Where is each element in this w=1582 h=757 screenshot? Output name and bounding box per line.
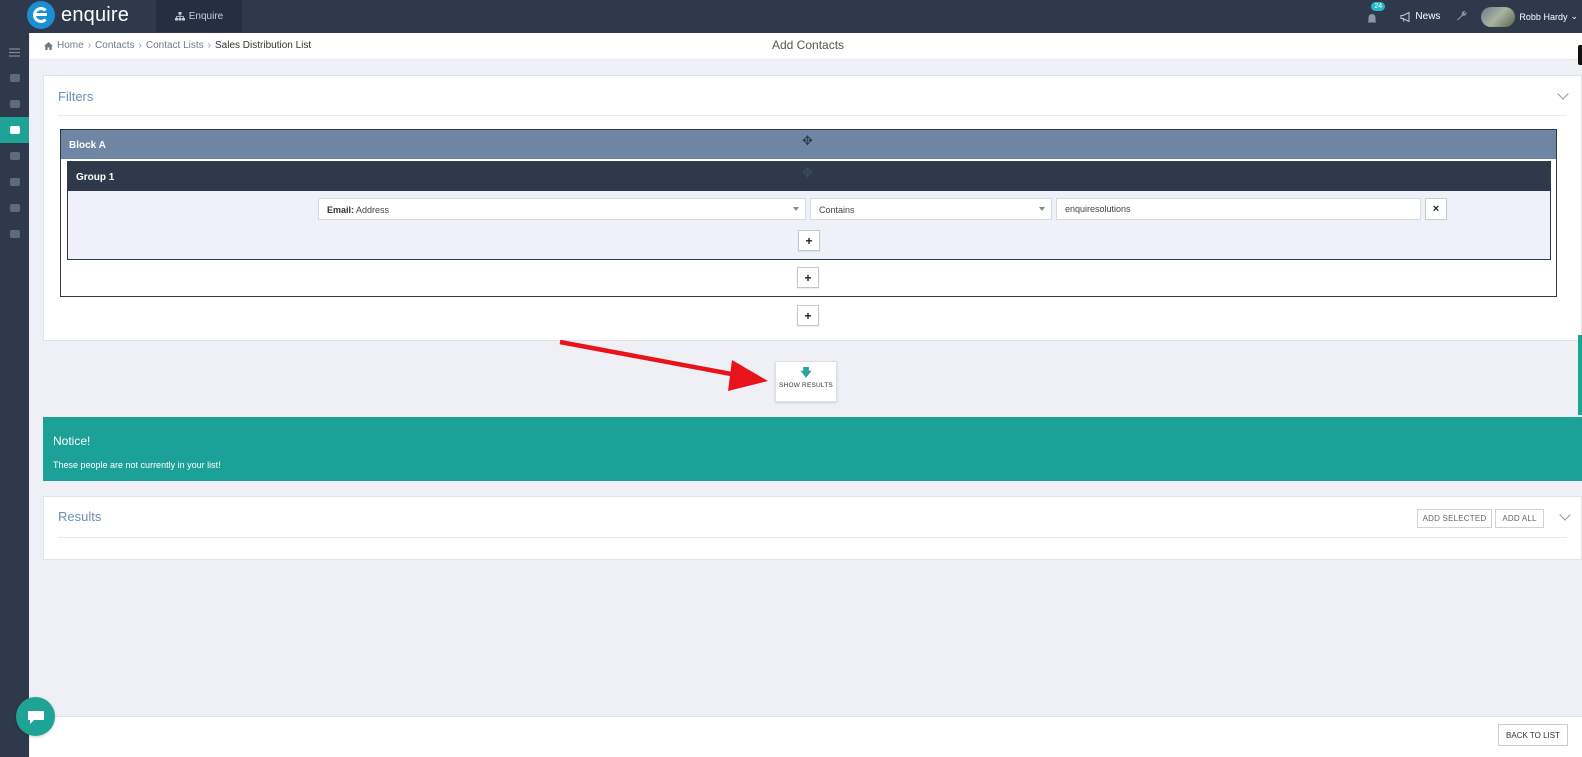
sidebar-item-modules[interactable] bbox=[0, 169, 29, 195]
back-to-list-label: BACK TO LIST bbox=[1506, 730, 1560, 740]
divider bbox=[58, 115, 1567, 116]
add-block-button[interactable]: + bbox=[797, 305, 819, 326]
user-name: Robb Hardy bbox=[1519, 11, 1568, 22]
grid-icon bbox=[9, 178, 20, 186]
show-results-button[interactable]: 🡇 SHOW RESULTS bbox=[775, 361, 837, 402]
sidebar-item-settings[interactable] bbox=[0, 143, 29, 169]
enquire-logo-icon bbox=[27, 1, 55, 29]
tab-enquire[interactable]: Enquire bbox=[156, 0, 242, 32]
plus-icon: + bbox=[805, 233, 813, 248]
chat-button[interactable] bbox=[16, 697, 55, 736]
trash-icon bbox=[9, 230, 20, 238]
breadcrumb-current: Sales Distribution List bbox=[215, 40, 312, 51]
sidebar-item-dashboard[interactable] bbox=[0, 65, 29, 91]
lock-icon bbox=[9, 204, 20, 212]
gears-icon bbox=[9, 152, 20, 160]
add-all-button[interactable]: ADD ALL bbox=[1495, 509, 1544, 528]
filter-group: Group 1 ✥ Email: Address Contains enquir… bbox=[67, 161, 1551, 260]
group-label: Group 1 bbox=[76, 172, 115, 183]
filters-collapse-chevron-icon[interactable] bbox=[1557, 88, 1569, 100]
annotation-arrow-icon bbox=[559, 339, 768, 391]
add-all-label: ADD ALL bbox=[1502, 514, 1537, 523]
chevron-down-icon: ⌄ bbox=[1570, 11, 1578, 21]
operator-value: Contains bbox=[819, 205, 855, 215]
news-label: News bbox=[1415, 11, 1441, 22]
megaphone-icon bbox=[1400, 11, 1410, 22]
block-label: Block A bbox=[69, 140, 106, 151]
sitemap-icon bbox=[9, 100, 20, 108]
results-title: Results bbox=[58, 509, 102, 524]
show-results-label: SHOW RESULTS bbox=[779, 382, 833, 389]
sidebar-item-contacts[interactable] bbox=[0, 117, 29, 143]
drag-move-icon[interactable]: ✥ bbox=[802, 133, 813, 149]
plus-icon: + bbox=[804, 270, 812, 285]
caret-down-icon bbox=[793, 207, 799, 211]
menu-toggle-icon[interactable] bbox=[0, 39, 29, 65]
back-to-list-button[interactable]: BACK TO LIST bbox=[1498, 724, 1568, 746]
add-rule-button[interactable]: + bbox=[798, 230, 820, 251]
page-title: Add Contacts bbox=[772, 38, 845, 52]
breadcrumb-separator-icon: › bbox=[207, 40, 211, 51]
sidebar bbox=[0, 33, 29, 757]
add-group-button[interactable]: + bbox=[797, 267, 819, 288]
caret-down-icon bbox=[1039, 207, 1045, 211]
close-icon: × bbox=[1432, 203, 1440, 215]
wrench-icon bbox=[1457, 10, 1467, 20]
news-button[interactable]: News bbox=[1400, 11, 1440, 22]
tab-enquire-label: Enquire bbox=[188, 10, 224, 22]
plus-icon: + bbox=[804, 308, 812, 323]
remove-rule-button[interactable]: × bbox=[1425, 198, 1447, 220]
notice-title: Notice! bbox=[53, 434, 91, 448]
chat-icon bbox=[27, 710, 44, 724]
notifications-button[interactable]: 24 bbox=[1366, 1, 1386, 27]
notice-banner: Notice! These people are not currently i… bbox=[43, 417, 1582, 481]
notice-text: These people are not currently in your l… bbox=[53, 460, 221, 470]
results-collapse-chevron-icon[interactable] bbox=[1559, 509, 1571, 521]
top-bar: enquire Enquire 24 News Robb Hardy ⌄ bbox=[0, 0, 1582, 33]
app-name: enquire bbox=[61, 3, 130, 26]
header-bar: Home › Contacts › Contact Lists › Sales … bbox=[30, 33, 1582, 65]
users-icon bbox=[9, 126, 20, 134]
add-selected-button[interactable]: ADD SELECTED bbox=[1417, 509, 1492, 528]
footer-bar: BACK TO LIST bbox=[30, 716, 1582, 757]
sidebar-item-trash[interactable] bbox=[0, 221, 29, 247]
divider bbox=[58, 537, 1567, 538]
filters-panel: Filters Block A ✥ Group 1 ✥ Email: Addre… bbox=[43, 75, 1582, 341]
enquire-logo[interactable]: enquire bbox=[27, 1, 129, 29]
settings-button[interactable] bbox=[1456, 10, 1467, 24]
sidebar-item-security[interactable] bbox=[0, 195, 29, 221]
filter-value-input[interactable]: enquiresolutions bbox=[1056, 198, 1421, 220]
filters-title: Filters bbox=[58, 89, 94, 104]
breadcrumb: Home › Contacts › Contact Lists › Sales … bbox=[44, 40, 311, 51]
filter-value-text: enquiresolutions bbox=[1065, 204, 1131, 214]
corner-tab bbox=[1578, 45, 1582, 65]
sidebar-item-structure[interactable] bbox=[0, 91, 29, 117]
arrow-down-icon: 🡇 bbox=[800, 367, 812, 379]
dashboard-icon bbox=[9, 74, 20, 82]
operator-select[interactable]: Contains bbox=[810, 198, 1052, 220]
notification-count-badge: 24 bbox=[1371, 1, 1386, 11]
block-header: Block A ✥ bbox=[61, 130, 1556, 159]
results-panel: Results ADD SELECTED ADD ALL bbox=[43, 496, 1582, 560]
sitemap-icon bbox=[174, 11, 185, 20]
breadcrumb-separator-icon: › bbox=[87, 40, 92, 51]
breadcrumb-contacts[interactable]: Contacts bbox=[95, 40, 134, 51]
add-selected-label: ADD SELECTED bbox=[1422, 514, 1487, 523]
bell-icon bbox=[1367, 13, 1377, 22]
home-icon bbox=[44, 41, 53, 50]
breadcrumb-separator-icon: › bbox=[138, 40, 142, 51]
avatar bbox=[1481, 6, 1516, 27]
breadcrumb-home[interactable]: Home bbox=[57, 40, 84, 51]
field-select[interactable]: Email: Address bbox=[318, 198, 806, 220]
field-value: Address bbox=[356, 205, 390, 215]
group-header: Group 1 ✥ bbox=[68, 162, 1550, 191]
drag-move-icon[interactable]: ✥ bbox=[802, 165, 813, 181]
breadcrumb-contact-lists[interactable]: Contact Lists bbox=[146, 40, 204, 51]
filter-block: Block A ✥ Group 1 ✥ Email: Address Conta… bbox=[60, 129, 1557, 297]
scroll-indicator[interactable] bbox=[1578, 335, 1582, 415]
user-menu[interactable]: Robb Hardy ⌄ bbox=[1481, 6, 1582, 27]
field-prefix: Email: bbox=[327, 205, 355, 215]
